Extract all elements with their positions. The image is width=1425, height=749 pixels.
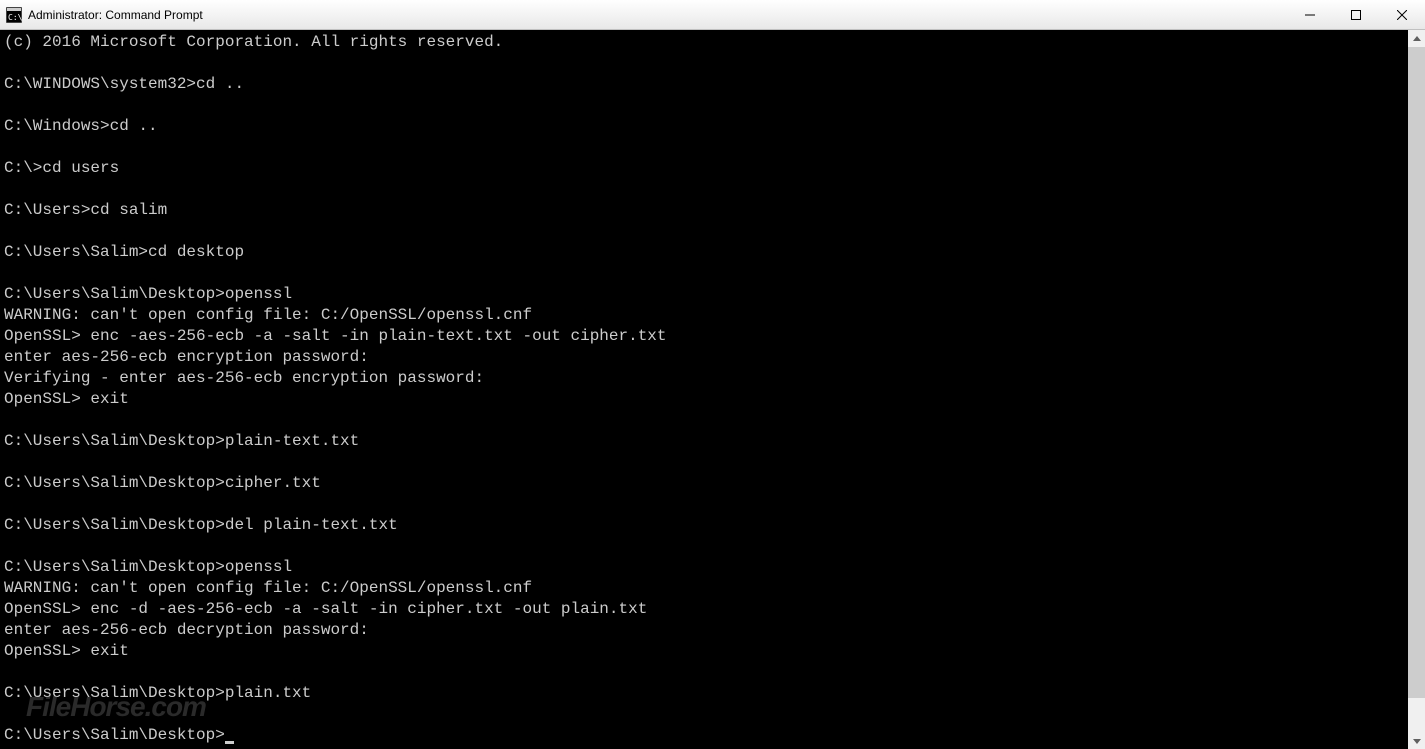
scroll-track[interactable] (1408, 47, 1425, 732)
terminal-output[interactable]: (c) 2016 Microsoft Corporation. All righ… (0, 30, 1408, 749)
cmd-icon: C:\ (6, 7, 22, 23)
titlebar[interactable]: C:\ Administrator: Command Prompt (0, 0, 1425, 30)
svg-text:C:\: C:\ (8, 13, 22, 22)
scroll-up-arrow-icon[interactable] (1408, 30, 1425, 47)
window-controls (1287, 0, 1425, 29)
terminal-area: (c) 2016 Microsoft Corporation. All righ… (0, 30, 1425, 749)
minimize-button[interactable] (1287, 0, 1333, 29)
cursor (225, 741, 234, 744)
vertical-scrollbar[interactable] (1408, 30, 1425, 749)
window-title: Administrator: Command Prompt (28, 8, 1287, 22)
maximize-button[interactable] (1333, 0, 1379, 29)
scroll-down-arrow-icon[interactable] (1408, 732, 1425, 749)
scroll-thumb[interactable] (1408, 47, 1425, 698)
close-button[interactable] (1379, 0, 1425, 29)
